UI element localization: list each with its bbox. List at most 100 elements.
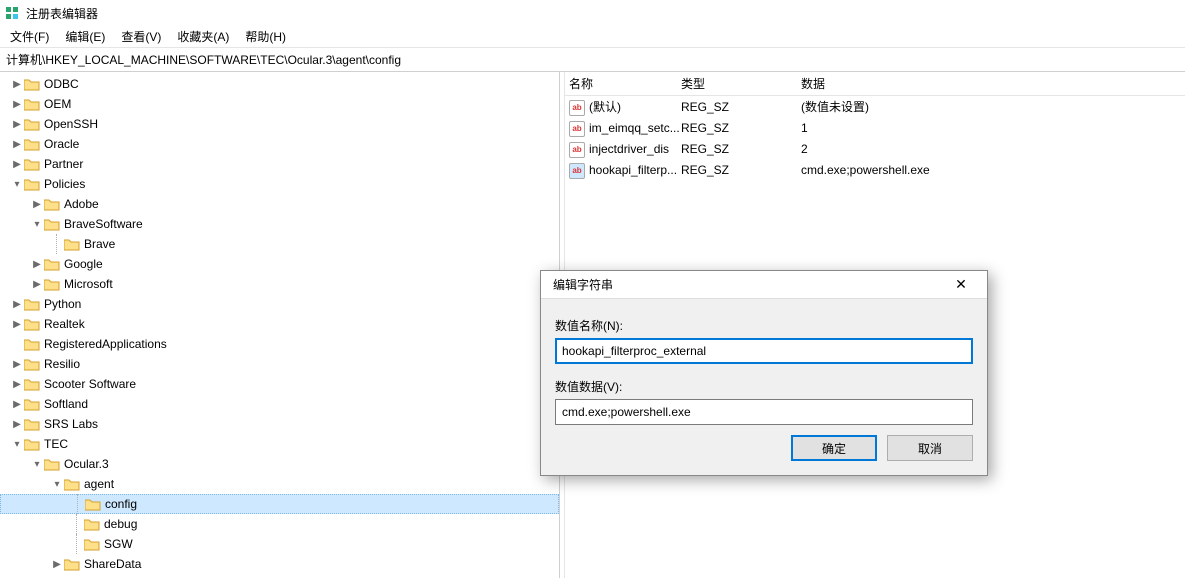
list-row[interactable]: ab(默认)REG_SZ(数值未设置) [565,96,1185,117]
tree-item-ocular3[interactable]: ▾Ocular.3 [0,454,559,474]
chevron-right-icon[interactable]: ▶ [10,397,24,411]
menu-edit[interactable]: 编辑(E) [57,26,113,47]
window-title: 注册表编辑器 [26,5,98,22]
value-data: 1 [801,121,1185,135]
tree-label: SRS Labs [44,417,98,431]
folder-icon [24,436,40,452]
list-body[interactable]: ab(默认)REG_SZ(数值未设置)abim_eimqq_setc...REG… [565,96,1185,180]
tree-item-sharedata[interactable]: ▶ShareData [0,554,559,574]
tree-item-agent[interactable]: ▾ agent [0,474,559,494]
value-data: (数值未设置) [801,98,1185,115]
tree-label: Adobe [64,197,99,211]
col-name[interactable]: 名称 [569,75,681,92]
chevron-right-icon[interactable]: ▶ [10,117,24,131]
chevron-right-icon[interactable]: ▶ [10,377,24,391]
tree-label: Google [64,257,103,271]
list-row[interactable]: abim_eimqq_setc...REG_SZ1 [565,117,1185,138]
folder-icon [24,136,40,152]
value-name: im_eimqq_setc... [589,121,681,135]
chevron-down-icon[interactable]: ▾ [10,437,24,451]
chevron-right-icon[interactable]: ▶ [50,557,64,571]
close-icon[interactable]: ✕ [943,273,979,297]
menu-help[interactable]: 帮助(H) [237,26,294,47]
chevron-right-icon[interactable]: ▶ [30,257,44,271]
cancel-button[interactable]: 取消 [887,435,973,461]
menu-view[interactable]: 查看(V) [113,26,169,47]
tree-item-bravesoftware[interactable]: ▾BraveSoftware [0,214,559,234]
tree-label: agent [84,477,114,491]
tree-label: RegisteredApplications [44,337,167,351]
menu-favorites[interactable]: 收藏夹(A) [169,26,237,47]
tree-item-config[interactable]: config [0,494,559,514]
chevron-down-icon[interactable]: ▾ [50,477,64,491]
menu-file[interactable]: 文件(F) [2,26,57,47]
ok-button[interactable]: 确定 [791,435,877,461]
tree-label: config [105,497,137,511]
tree-item-brave[interactable]: Brave [0,234,559,254]
chevron-right-icon[interactable]: ▶ [30,277,44,291]
tree-label: Microsoft [64,277,113,291]
folder-icon [64,476,80,492]
tree-item-realtek[interactable]: ▶ Realtek [0,314,559,334]
address-text: 计算机\HKEY_LOCAL_MACHINE\SOFTWARE\TEC\Ocul… [6,51,401,68]
chevron-down-icon[interactable]: ▾ [30,457,44,471]
tree-item-microsoft[interactable]: ▶ Microsoft [0,274,559,294]
folder-icon [24,156,40,172]
value-name: injectdriver_dis [589,142,681,156]
folder-icon [24,416,40,432]
tree-item-softland[interactable]: ▶Softland [0,394,559,414]
value-name-input[interactable] [555,338,973,364]
folder-icon [24,176,40,192]
tree-item-oem[interactable]: ▶OEM [0,94,559,114]
list-row[interactable]: abhookapi_filterp...REG_SZcmd.exe;powers… [565,159,1185,180]
value-type: REG_SZ [681,163,801,177]
tree-item-srslabs[interactable]: ▶ SRS Labs [0,414,559,434]
tree-label: Scooter Software [44,377,136,391]
tree-item-odbc[interactable]: ▶ODBC [0,74,559,94]
address-bar[interactable]: 计算机\HKEY_LOCAL_MACHINE\SOFTWARE\TEC\Ocul… [0,48,1185,72]
col-type[interactable]: 类型 [681,75,801,92]
tree-label: TEC [44,437,68,451]
reg-string-icon: ab [569,99,585,115]
chevron-right-icon[interactable]: ▶ [10,77,24,91]
value-data-input[interactable] [555,399,973,425]
chevron-right-icon[interactable]: ▶ [30,197,44,211]
dialog-title-text: 编辑字符串 [553,276,613,293]
tree-item-oracle[interactable]: ▶Oracle [0,134,559,154]
list-row[interactable]: abinjectdriver_disREG_SZ2 [565,138,1185,159]
tree-item-partner[interactable]: ▶ Partner [0,154,559,174]
tree-item-policies[interactable]: ▾Policies [0,174,559,194]
col-data[interactable]: 数据 [801,75,1185,92]
chevron-right-icon[interactable]: ▶ [10,297,24,311]
dialog-titlebar[interactable]: 编辑字符串 ✕ [541,271,987,299]
tree-item-adobe[interactable]: ▶ Adobe [0,194,559,214]
tree-label: OpenSSH [44,117,98,131]
chevron-right-icon[interactable]: ▶ [10,157,24,171]
tree-item-python[interactable]: ▶Python [0,294,559,314]
folder-icon [24,76,40,92]
chevron-right-icon[interactable]: ▶ [10,417,24,431]
tree-item-tec[interactable]: ▾ TEC [0,434,559,454]
tree-item-sgw[interactable]: SGW [0,534,559,554]
folder-icon [84,536,100,552]
tree-item-resilio[interactable]: ▶Resilio [0,354,559,374]
tree-item-google[interactable]: ▶ Google [0,254,559,274]
tree-label: Partner [44,157,83,171]
chevron-down-icon[interactable]: ▾ [10,177,24,191]
value-name: (默认) [589,98,681,115]
tree-item-scooter[interactable]: ▶ Scooter Software [0,374,559,394]
chevron-right-icon[interactable]: ▶ [10,357,24,371]
chevron-right-icon[interactable]: ▶ [10,317,24,331]
tree-item-openssh[interactable]: ▶ OpenSSH [0,114,559,134]
chevron-right-icon[interactable]: ▶ [10,137,24,151]
tree-item-debug[interactable]: debug [0,514,559,534]
tree-label: Realtek [44,317,85,331]
folder-icon [24,356,40,372]
value-type: REG_SZ [681,121,801,135]
folder-icon [64,236,80,252]
chevron-down-icon[interactable]: ▾ [30,217,44,231]
chevron-right-icon[interactable]: ▶ [10,97,24,111]
tree-pane[interactable]: ▶ODBC ▶OEM ▶ OpenSSH ▶Oracle ▶ Partner ▾Po… [0,72,560,578]
folder-icon [84,516,100,532]
tree-item-registeredapps[interactable]: RegisteredApplications [0,334,559,354]
